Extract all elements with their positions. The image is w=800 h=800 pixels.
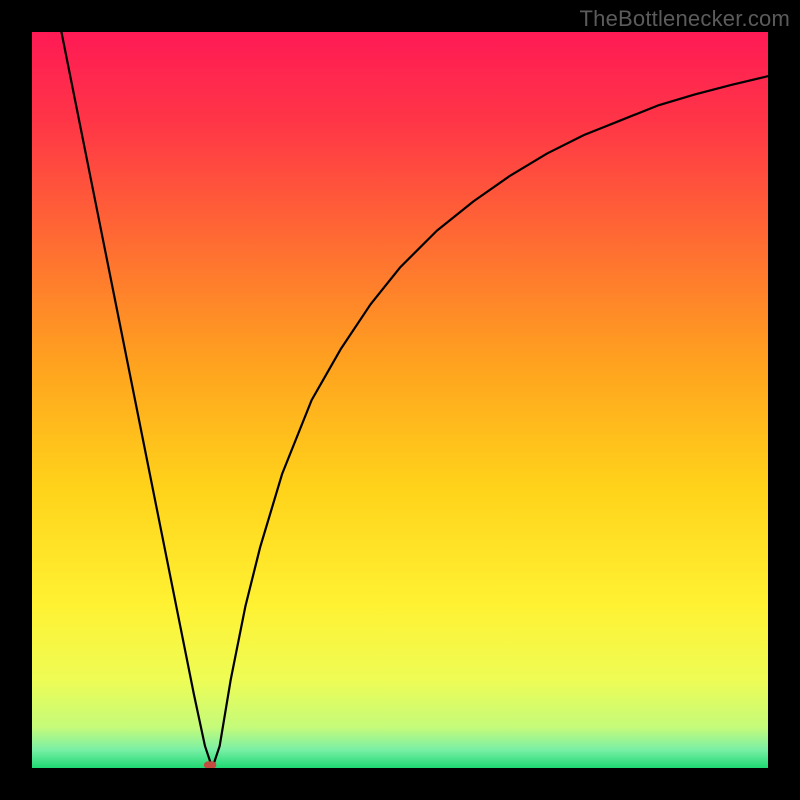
chart-svg bbox=[32, 32, 768, 768]
plot-area bbox=[32, 32, 768, 768]
chart-frame: TheBottlenecker.com bbox=[0, 0, 800, 800]
min-point-marker bbox=[204, 761, 217, 768]
watermark-label: TheBottlenecker.com bbox=[580, 6, 790, 32]
chart-background bbox=[32, 32, 768, 768]
